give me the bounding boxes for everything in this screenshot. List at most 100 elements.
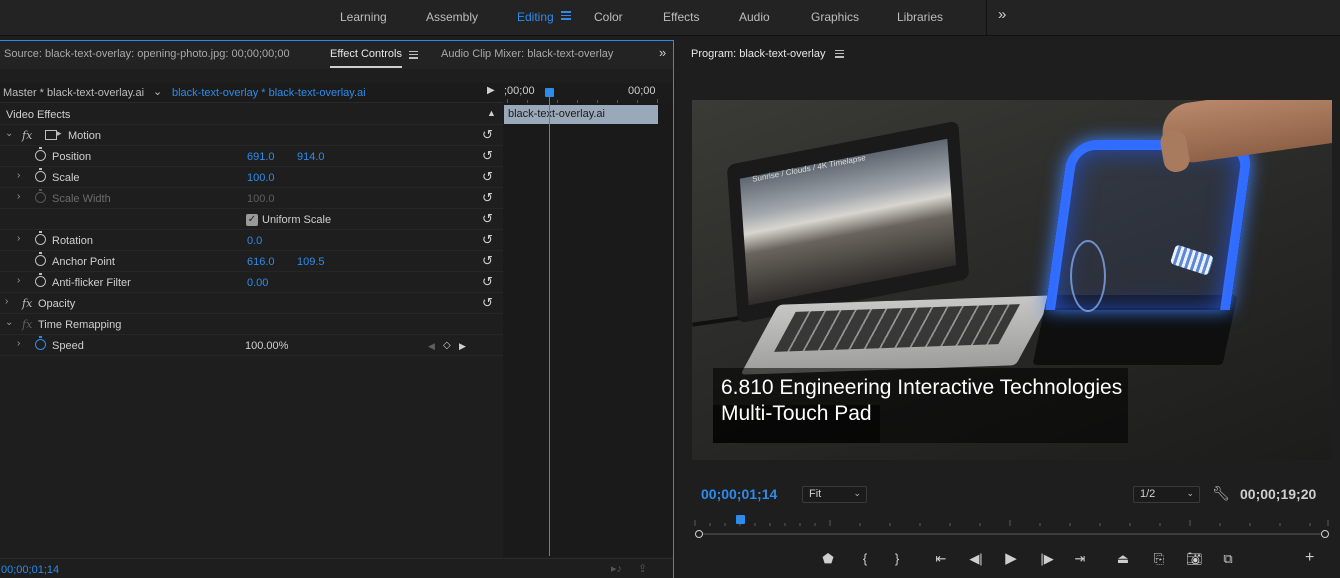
anchor-y-value[interactable]: 109.5 <box>297 256 325 268</box>
workspace-editing[interactable]: Editing <box>517 10 554 24</box>
fx-icon[interactable]: fx <box>22 297 32 310</box>
show-timeline-icon[interactable]: ▶ <box>487 85 495 96</box>
next-keyframe-icon[interactable]: ▶ <box>459 341 466 352</box>
stopwatch-icon[interactable] <box>35 252 46 266</box>
step-back-icon[interactable]: ◀| <box>968 551 984 567</box>
marker-icon[interactable]: ⬟ <box>820 551 836 567</box>
workspace-learning[interactable]: Learning <box>340 10 387 24</box>
clip-label[interactable]: black-text-overlay * black-text-overlay.… <box>172 87 366 99</box>
more-workspaces-icon[interactable]: » <box>998 6 1006 23</box>
playhead-handle[interactable] <box>545 88 554 97</box>
program-monitor: Program: black-text-overlay Sunrise / Cl… <box>677 40 1340 578</box>
scrub-ruler[interactable] <box>692 514 1332 528</box>
effect-label: Time Remapping <box>38 319 122 331</box>
workspace-color[interactable]: Color <box>594 10 623 24</box>
program-zoom-scrollbar[interactable] <box>695 530 1331 538</box>
current-time[interactable]: 00;00;01;14 <box>1 564 59 576</box>
reset-icon[interactable]: ↺ <box>482 232 493 248</box>
anchor-x-value[interactable]: 616.0 <box>247 256 275 268</box>
chevron-down-icon[interactable]: ⌄ <box>153 85 162 98</box>
chevron-down-icon[interactable]: ⌄ <box>5 128 13 139</box>
tab-effect-controls[interactable]: Effect Controls <box>330 48 402 60</box>
export-icon[interactable]: ⇪ <box>638 562 647 575</box>
resolution-dropdown[interactable]: 1/2 ⌄ <box>1133 486 1200 503</box>
program-monitor-title[interactable]: Program: black-text-overlay <box>691 48 826 60</box>
mark-out-icon[interactable]: } <box>889 551 905 566</box>
stopwatch-icon[interactable] <box>35 273 46 287</box>
panel-menu-icon[interactable] <box>409 51 418 60</box>
effect-controls-panel: Source: black-text-overlay: opening-phot… <box>0 40 674 578</box>
more-panels-icon[interactable]: » <box>659 45 666 60</box>
play-icon[interactable]: ▶ <box>1003 549 1019 567</box>
reset-icon[interactable]: ↺ <box>482 253 493 269</box>
workspace-assembly[interactable]: Assembly <box>426 10 478 24</box>
position-y-value[interactable]: 914.0 <box>297 151 325 163</box>
keyframe-clip-bar[interactable]: black-text-overlay.ai <box>504 105 658 124</box>
fit-dropdown[interactable]: Fit ⌄ <box>802 486 867 503</box>
video-frame[interactable]: Sunrise / Clouds / 4K Timelapse 6.810 En… <box>692 100 1332 460</box>
stopwatch-icon[interactable] <box>35 147 46 161</box>
extract-icon[interactable]: ⎘ <box>1151 551 1167 567</box>
program-playhead[interactable] <box>736 515 745 524</box>
scroll-handle-left[interactable] <box>695 530 703 538</box>
go-to-out-icon[interactable]: ⇥ <box>1072 551 1088 567</box>
scale-value[interactable]: 100.0 <box>247 172 275 184</box>
chevron-down-icon: ⌄ <box>853 488 861 498</box>
reset-icon[interactable]: ↺ <box>482 295 493 311</box>
workspace-libraries[interactable]: Libraries <box>897 10 943 24</box>
chevron-right-icon[interactable]: › <box>17 191 20 202</box>
compare-icon[interactable]: ⧉ <box>1220 551 1236 567</box>
fx-icon[interactable]: fx <box>22 129 32 142</box>
chevron-right-icon[interactable]: › <box>17 338 20 349</box>
collapse-up-icon[interactable]: ▲ <box>487 108 496 118</box>
add-button-icon[interactable]: + <box>1305 549 1314 567</box>
tab-source[interactable]: Source: black-text-overlay: opening-phot… <box>4 48 290 60</box>
panel-menu-icon[interactable] <box>835 50 844 59</box>
reset-icon[interactable]: ↺ <box>482 274 493 290</box>
scrollbar-track <box>699 533 1327 535</box>
caption-line-1: 6.810 Engineering Interactive Technologi… <box>721 376 1123 399</box>
stopwatch-icon[interactable] <box>35 231 46 245</box>
reset-icon[interactable]: ↺ <box>482 190 493 206</box>
workspace-audio[interactable]: Audio <box>739 10 770 24</box>
stopwatch-icon[interactable] <box>35 336 46 350</box>
chevron-down-icon[interactable]: ⌄ <box>5 317 13 328</box>
chevron-right-icon[interactable]: › <box>17 170 20 181</box>
scroll-handle-right[interactable] <box>1321 530 1329 538</box>
reset-icon[interactable]: ↺ <box>482 127 493 143</box>
workspace-effects[interactable]: Effects <box>663 10 699 24</box>
tab-audio-clip-mixer[interactable]: Audio Clip Mixer: black-text-overlay <box>441 48 613 60</box>
chevron-right-icon[interactable]: › <box>17 275 20 286</box>
uniform-scale-checkbox[interactable]: ✓ <box>246 214 258 226</box>
mark-in-icon[interactable]: { <box>857 551 873 566</box>
master-clip-label[interactable]: Master * black-text-overlay.ai <box>3 87 144 99</box>
prev-keyframe-icon[interactable]: ◀ <box>428 341 435 352</box>
lift-icon[interactable]: ⏏ <box>1115 551 1131 567</box>
wrench-icon[interactable]: 🔧︎ <box>1212 485 1230 502</box>
workspace-menu-icon[interactable] <box>561 11 571 21</box>
workspace-graphics[interactable]: Graphics <box>811 10 859 24</box>
keyframe-timeline[interactable]: ;00;00 00;00 black-text-overlay.ai <box>503 83 673 557</box>
add-keyframe-icon[interactable]: ◇ <box>443 340 451 351</box>
playhead-timecode[interactable]: 00;00;01;14 <box>701 486 777 502</box>
chevron-right-icon[interactable]: › <box>17 233 20 244</box>
fit-value: Fit <box>809 488 822 500</box>
stopwatch-icon[interactable] <box>35 168 46 182</box>
go-to-in-icon[interactable]: ⇤ <box>933 551 949 567</box>
reset-icon[interactable]: ↺ <box>482 148 493 164</box>
position-x-value[interactable]: 691.0 <box>247 151 275 163</box>
anti-flicker-value[interactable]: 0.00 <box>247 277 268 289</box>
rotation-value[interactable]: 0.0 <box>247 235 262 247</box>
transform-icon[interactable] <box>45 128 62 140</box>
reset-icon[interactable]: ↺ <box>482 169 493 185</box>
param-label: Anti-flicker Filter <box>52 277 131 289</box>
effect-row-motion: ⌄ fx Motion ↺ <box>0 125 503 146</box>
filter-audio-icon[interactable]: ▸♪ <box>611 562 622 575</box>
step-forward-icon[interactable]: |▶ <box>1039 551 1055 567</box>
param-row-anchor-point: Anchor Point 616.0 109.5 ↺ <box>0 251 503 272</box>
chevron-right-icon[interactable]: › <box>5 296 8 307</box>
speed-value[interactable]: 100.00% <box>245 340 288 352</box>
reset-icon[interactable]: ↺ <box>482 211 493 227</box>
time-ruler[interactable]: ;00;00 00;00 <box>503 83 673 103</box>
export-frame-icon[interactable]: 📷︎ <box>1186 551 1203 567</box>
